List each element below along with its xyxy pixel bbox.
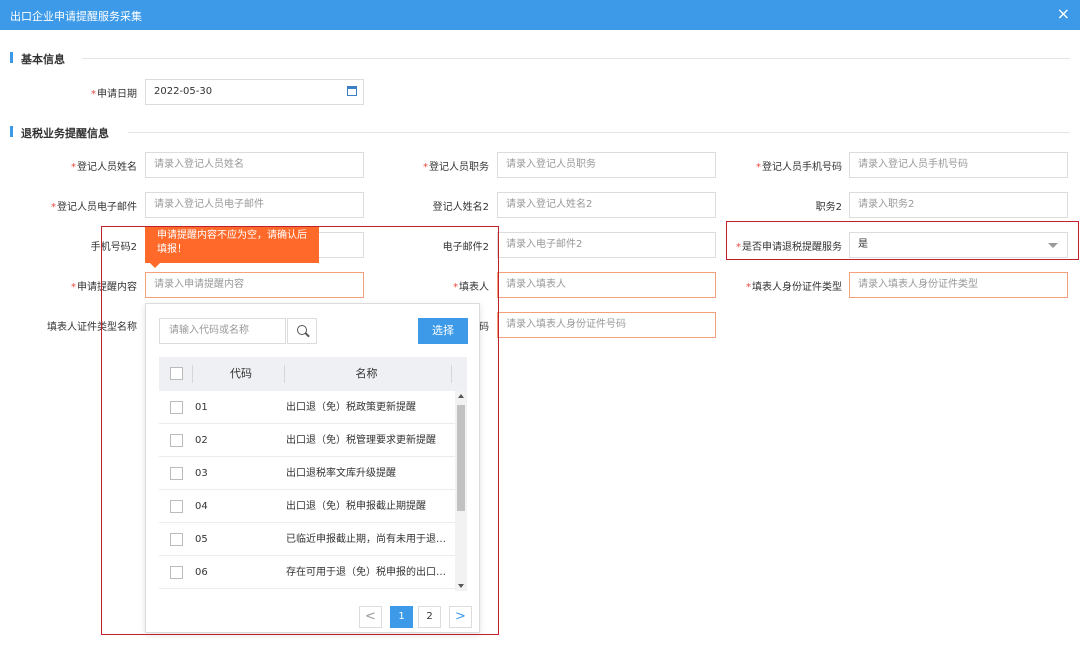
- reg-phone-label: *登记人员手机号码: [756, 162, 842, 173]
- window-title: 出口企业申请提醒服务采集: [10, 10, 142, 23]
- reg-name2-label: 登记人姓名2: [432, 202, 489, 213]
- section-divider: [128, 132, 1070, 133]
- section-title: 退税业务提醒信息: [21, 127, 109, 140]
- filler-id-type-label: *填表人身份证件类型: [746, 282, 842, 293]
- section-divider: [82, 58, 1070, 59]
- section-marker: [10, 52, 13, 63]
- highlight-box-service: [726, 221, 1079, 260]
- filler-input[interactable]: 请录入填表人: [497, 272, 716, 298]
- section-title: 基本信息: [21, 53, 65, 66]
- close-icon[interactable]: ×: [1057, 5, 1070, 23]
- reg-duty-label: *登记人员职务: [423, 162, 489, 173]
- apply-date-field[interactable]: 2022-05-30: [145, 79, 364, 105]
- section-refund-info: 退税业务提醒信息: [10, 125, 1070, 140]
- email2-input[interactable]: 请录入电子邮件2: [497, 232, 716, 258]
- reg-duty-input[interactable]: 请录入登记人员职务: [497, 152, 716, 178]
- reg-name2-input[interactable]: 请录入登记人姓名2: [497, 192, 716, 218]
- reg-phone-input[interactable]: 请录入登记人员手机号码: [849, 152, 1068, 178]
- section-marker: [10, 126, 13, 137]
- filler-id-no-input[interactable]: 请录入填表人身份证件号码: [497, 312, 716, 338]
- reg-name-label: *登记人员姓名: [71, 162, 137, 173]
- reg-name-input[interactable]: 请录入登记人员姓名: [145, 152, 364, 178]
- section-basic-info: 基本信息: [10, 51, 1070, 66]
- reg-email-label: *登记人员电子邮件: [51, 202, 137, 213]
- title-bar: 出口企业申请提醒服务采集 ×: [0, 0, 1080, 30]
- apply-date-label: *申请日期: [91, 89, 137, 100]
- duty2-label: 职务2: [815, 202, 842, 213]
- filler-id-type-input[interactable]: 请录入填表人身份证件类型: [849, 272, 1068, 298]
- calendar-icon[interactable]: [347, 86, 357, 96]
- highlight-box-dropdown: [101, 226, 499, 635]
- duty2-input[interactable]: 请录入职务2: [849, 192, 1068, 218]
- reg-email-input[interactable]: 请录入登记人员电子邮件: [145, 192, 364, 218]
